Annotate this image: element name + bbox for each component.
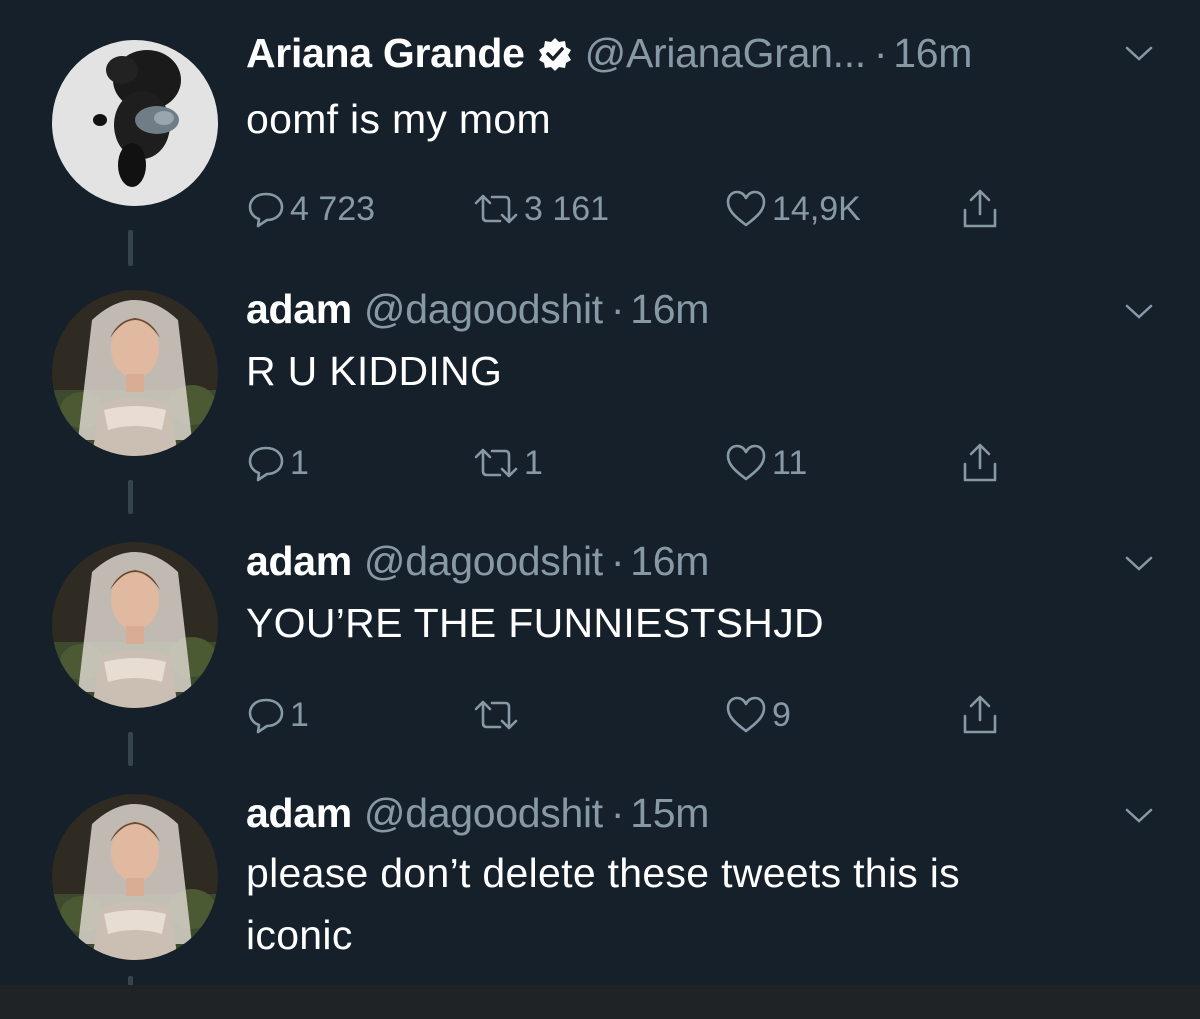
chevron-down-icon[interactable] <box>1124 806 1154 826</box>
like-count: 14,9K <box>772 189 861 228</box>
tweet-text: oomf is my mom <box>246 96 551 142</box>
thread-connector <box>128 480 133 514</box>
heart-icon <box>726 696 766 733</box>
reply-count: 1 <box>290 443 309 482</box>
timestamp[interactable]: 16m <box>893 30 972 77</box>
display-name[interactable]: adam <box>246 286 352 333</box>
separator: · <box>873 29 888 76</box>
tweet-text-line: please don’t delete these tweets this is <box>246 850 960 896</box>
reply-count: 4 723 <box>290 189 376 228</box>
verified-badge-icon <box>537 35 573 71</box>
share-button[interactable] <box>960 438 1000 488</box>
display-name[interactable]: adam <box>246 790 352 837</box>
tweet-actions: 1 1 11 <box>246 438 1046 488</box>
tweet-actions: 1 9 <box>246 690 1046 740</box>
separator: · <box>610 285 625 332</box>
thread-connector <box>128 230 133 266</box>
retweet-count: 1 <box>524 443 543 482</box>
like-count: 11 <box>772 443 808 482</box>
handle[interactable]: @dagoodshit <box>364 790 603 837</box>
avatar-adam[interactable] <box>52 542 218 708</box>
avatar-ariana[interactable] <box>52 40 218 206</box>
timestamp[interactable]: 15m <box>630 790 709 837</box>
heart-icon <box>726 190 766 227</box>
handle[interactable]: @dagoodshit <box>364 538 603 585</box>
share-upload-icon <box>963 189 997 228</box>
speech-bubble-icon <box>248 446 284 482</box>
retweet-arrows-icon <box>474 700 518 730</box>
retweet-button[interactable]: 1 <box>472 438 543 488</box>
thread-connector <box>128 732 133 766</box>
avatar-adam[interactable] <box>52 794 218 960</box>
tweet-text: please don’t delete these tweets this is… <box>246 842 1146 966</box>
reply-button[interactable]: 1 <box>246 690 309 740</box>
share-upload-icon <box>963 443 997 482</box>
speech-bubble-icon <box>248 192 284 228</box>
like-button[interactable]: 14,9K <box>724 184 861 234</box>
share-button[interactable] <box>960 690 1000 740</box>
retweet-count: 3 161 <box>524 189 610 228</box>
like-count: 9 <box>772 695 791 734</box>
reply-count: 1 <box>290 695 309 734</box>
avatar-adam[interactable] <box>52 290 218 456</box>
heart-icon <box>726 444 766 481</box>
reply-button[interactable]: 1 <box>246 438 309 488</box>
chevron-down-icon[interactable] <box>1124 554 1154 574</box>
handle[interactable]: @dagoodshit <box>364 286 603 333</box>
display-name[interactable]: adam <box>246 538 352 585</box>
tweet-header: adam @dagoodshit · 15m <box>246 788 709 838</box>
handle[interactable]: @ArianaGran... <box>585 30 867 77</box>
reply-button[interactable]: 4 723 <box>246 184 375 234</box>
tweet-thread: Ariana Grande @ArianaGran... · 16m oomf … <box>0 0 1200 1019</box>
chevron-down-icon[interactable] <box>1124 302 1154 322</box>
separator: · <box>610 789 625 836</box>
timestamp[interactable]: 16m <box>630 538 709 585</box>
tweet-header: adam @dagoodshit · 16m <box>246 536 709 586</box>
like-button[interactable]: 9 <box>724 690 791 740</box>
bottom-bar <box>0 985 1200 1019</box>
share-upload-icon <box>963 695 997 734</box>
retweet-button[interactable]: 3 161 <box>472 184 609 234</box>
separator: · <box>610 537 625 584</box>
timestamp[interactable]: 16m <box>630 286 709 333</box>
tweet-text: YOU’RE THE FUNNIESTSHJD <box>246 600 824 646</box>
share-button[interactable] <box>960 184 1000 234</box>
retweet-arrows-icon <box>474 448 518 478</box>
retweet-arrows-icon <box>474 194 518 224</box>
display-name[interactable]: Ariana Grande <box>246 30 525 77</box>
tweet-header: Ariana Grande @ArianaGran... · 16m <box>246 28 972 78</box>
tweet-actions: 4 723 3 161 14,9K <box>246 184 1046 234</box>
chevron-down-icon[interactable] <box>1124 44 1154 64</box>
tweet-text-line: iconic <box>246 912 353 958</box>
retweet-button[interactable] <box>472 690 524 740</box>
speech-bubble-icon <box>248 698 284 734</box>
tweet-header: adam @dagoodshit · 16m <box>246 284 709 334</box>
tweet-text: R U KIDDING <box>246 348 503 394</box>
like-button[interactable]: 11 <box>724 438 807 488</box>
